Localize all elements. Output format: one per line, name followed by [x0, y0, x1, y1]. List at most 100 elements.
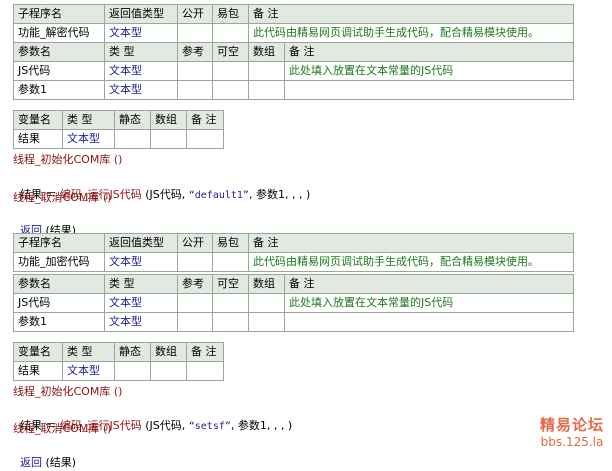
param-nullable-cell[interactable] [212, 293, 249, 313]
header-param-name: 参数名 [13, 274, 105, 294]
header-var-type: 类 型 [62, 342, 115, 362]
param-array-cell[interactable] [248, 293, 285, 313]
param-type[interactable]: 文本型 [104, 312, 178, 332]
var-remark-cell[interactable] [186, 129, 224, 149]
parameter-row[interactable]: 参数1 文本型 [13, 312, 574, 332]
easy-package-cell[interactable] [212, 252, 249, 272]
param-name[interactable]: JS代码 [13, 293, 105, 313]
code-line-return[interactable]: 返回 (结果) [13, 207, 76, 237]
header-param-name: 参数名 [13, 42, 105, 62]
var-array-cell[interactable] [150, 361, 187, 381]
param-type[interactable]: 文本型 [104, 80, 178, 100]
header-param-type: 类 型 [104, 274, 178, 294]
header-param-remark: 备 注 [284, 42, 574, 62]
param-remark[interactable]: 此处填入放置在文本常量的JS代码 [284, 61, 574, 81]
header-var-remark: 备 注 [186, 110, 224, 130]
variable-row[interactable]: 结果 文本型 [13, 361, 224, 381]
code-string-literal: “setsf” [188, 421, 231, 432]
header-return-type: 返回值类型 [104, 233, 178, 253]
subroutine-row[interactable]: 功能_解密代码 文本型 此代码由精易网页调试助手生成代码，配合精易模块使用。 [13, 23, 574, 43]
subroutine-remark[interactable]: 此代码由精易网页调试助手生成代码，配合精易模块使用。 [248, 23, 574, 43]
parameter-table: 参数名 类 型 参考 可空 数组 备 注 JS代码 文本型 此处填入放置在文本常… [13, 42, 574, 100]
header-var-array: 数组 [150, 342, 187, 362]
param-remark[interactable]: 此处填入放置在文本常量的JS代码 [284, 293, 574, 313]
var-array-cell[interactable] [150, 129, 187, 149]
subroutine-row[interactable]: 功能_加密代码 文本型 此代码由精易网页调试助手生成代码，配合精易模块使用。 [13, 252, 574, 272]
parameter-header-row: 参数名 类 型 参考 可空 数组 备 注 [13, 42, 574, 62]
param-reference-cell[interactable] [177, 293, 213, 313]
public-cell[interactable] [177, 252, 213, 272]
param-reference-cell[interactable] [177, 61, 213, 81]
param-reference-cell[interactable] [177, 312, 213, 332]
header-var-type: 类 型 [62, 110, 115, 130]
header-array: 数组 [248, 42, 285, 62]
var-name[interactable]: 结果 [13, 129, 63, 149]
subroutine-header-row: 子程序名 返回值类型 公开 易包 备 注 [13, 4, 574, 24]
header-nullable: 可空 [212, 42, 249, 62]
var-static-cell[interactable] [114, 129, 151, 149]
param-nullable-cell[interactable] [212, 61, 249, 81]
param-array-cell[interactable] [248, 312, 285, 332]
header-var-name: 变量名 [13, 110, 63, 130]
header-var-array: 数组 [150, 110, 187, 130]
parameter-row[interactable]: JS代码 文本型 此处填入放置在文本常量的JS代码 [13, 61, 574, 81]
header-nullable: 可空 [212, 274, 249, 294]
param-name[interactable]: 参数1 [13, 80, 105, 100]
watermark-title: 精易论坛 [539, 416, 604, 434]
variable-header-row: 变量名 类 型 静态 数组 备 注 [13, 342, 224, 362]
header-static: 静态 [114, 110, 151, 130]
forum-watermark: 精易论坛 bbs.125.la [535, 416, 609, 450]
code-args-end: , 参数1, , , ) [248, 188, 311, 201]
param-nullable-cell[interactable] [212, 312, 249, 332]
param-remark[interactable] [284, 80, 574, 100]
param-name[interactable]: JS代码 [13, 61, 105, 81]
parameter-row[interactable]: 参数1 文本型 [13, 80, 574, 100]
var-type[interactable]: 文本型 [62, 129, 115, 149]
parameter-header-row: 参数名 类 型 参考 可空 数组 备 注 [13, 274, 574, 294]
header-remark: 备 注 [248, 4, 574, 24]
param-reference-cell[interactable] [177, 80, 213, 100]
code-line-init-com[interactable]: 线程_初始化COM库 () [13, 152, 122, 168]
variable-row[interactable]: 结果 文本型 [13, 129, 224, 149]
var-name[interactable]: 结果 [13, 361, 63, 381]
code-line-uninit-com[interactable]: 线程_取消COM库 () [13, 190, 111, 206]
header-easy-package: 易包 [212, 4, 249, 24]
param-array-cell[interactable] [248, 61, 285, 81]
var-static-cell[interactable] [114, 361, 151, 381]
public-cell[interactable] [177, 23, 213, 43]
param-array-cell[interactable] [248, 80, 285, 100]
header-return-type: 返回值类型 [104, 4, 178, 24]
header-public: 公开 [177, 4, 213, 24]
header-subroutine-name: 子程序名 [13, 4, 105, 24]
param-nullable-cell[interactable] [212, 80, 249, 100]
header-public: 公开 [177, 233, 213, 253]
parameter-table: 参数名 类 型 参考 可空 数组 备 注 JS代码 文本型 此处填入放置在文本常… [13, 274, 574, 332]
code-line-uninit-com[interactable]: 线程_取消COM库 () [13, 421, 111, 437]
subroutine-table: 子程序名 返回值类型 公开 易包 备 注 功能_解密代码 文本型 此代码由精易网… [13, 4, 574, 43]
param-name[interactable]: 参数1 [13, 312, 105, 332]
header-subroutine-name: 子程序名 [13, 233, 105, 253]
return-type[interactable]: 文本型 [104, 23, 178, 43]
code-line-run-js[interactable]: 结果 ＝ 编码_运行JS代码 (JS代码, “default1”, 参数1, ,… [13, 171, 310, 201]
code-line-return[interactable]: 返回 (结果) [13, 439, 76, 469]
parameter-row[interactable]: JS代码 文本型 此处填入放置在文本常量的JS代码 [13, 293, 574, 313]
code-line-run-js[interactable]: 结果 ＝ 编码_运行JS代码 (JS代码, “setsf”, 参数1, , , … [13, 402, 292, 432]
subroutine-name[interactable]: 功能_解密代码 [13, 23, 105, 43]
param-type[interactable]: 文本型 [104, 293, 178, 313]
header-remark: 备 注 [248, 233, 574, 253]
param-remark[interactable] [284, 312, 574, 332]
var-type[interactable]: 文本型 [62, 361, 115, 381]
return-type[interactable]: 文本型 [104, 252, 178, 272]
subroutine-remark[interactable]: 此代码由精易网页调试助手生成代码，配合精易模块使用。 [248, 252, 574, 272]
var-remark-cell[interactable] [186, 361, 224, 381]
header-reference: 参考 [177, 274, 213, 294]
code-line-init-com[interactable]: 线程_初始化COM库 () [13, 384, 122, 400]
easy-package-cell[interactable] [212, 23, 249, 43]
param-type[interactable]: 文本型 [104, 61, 178, 81]
variable-table: 变量名 类 型 静态 数组 备 注 结果 文本型 [13, 342, 224, 381]
header-var-remark: 备 注 [186, 342, 224, 362]
header-var-name: 变量名 [13, 342, 63, 362]
header-easy-package: 易包 [212, 233, 249, 253]
header-param-remark: 备 注 [284, 274, 574, 294]
subroutine-name[interactable]: 功能_加密代码 [13, 252, 105, 272]
